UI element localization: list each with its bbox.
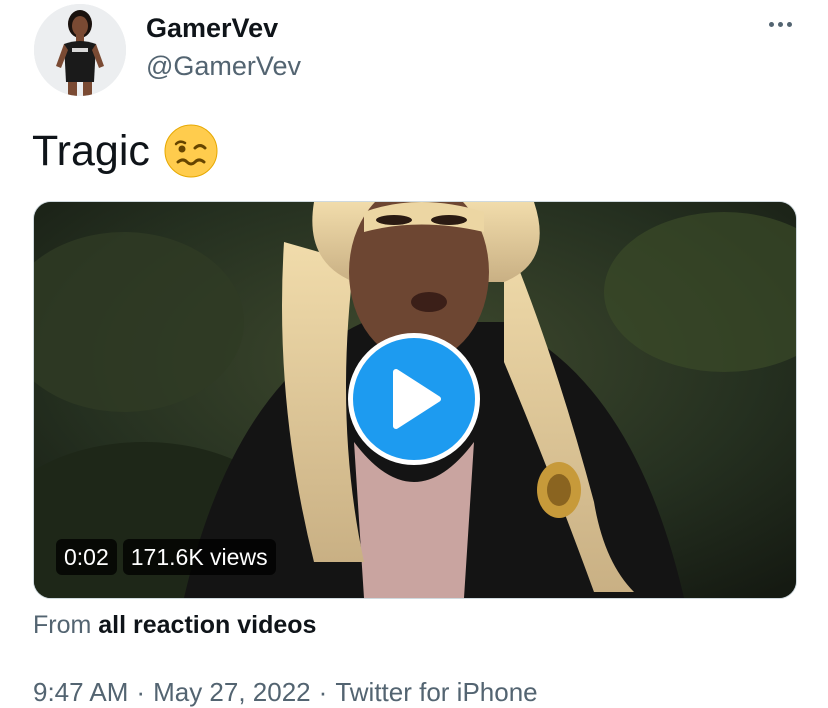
tweet-meta: 9:47 AM · May 27, 2022 · Twitter for iPh…	[33, 676, 538, 708]
tweet-date[interactable]: May 27, 2022	[153, 676, 311, 708]
handle[interactable]: @GamerVev	[146, 50, 301, 82]
more-options-icon[interactable]	[762, 12, 798, 36]
source-link[interactable]: all reaction videos	[98, 611, 316, 639]
avatar-image	[34, 4, 126, 96]
tweet-text-content: Tragic	[32, 127, 150, 175]
play-icon	[393, 369, 441, 429]
woozy-face-emoji-icon	[164, 124, 218, 178]
video-player[interactable]: 0:02 171.6K views	[33, 201, 797, 599]
avatar[interactable]	[34, 4, 126, 96]
play-button[interactable]	[348, 333, 480, 465]
video-stats: 0:02 171.6K views	[56, 539, 276, 575]
meta-separator: ·	[318, 677, 328, 707]
display-name[interactable]: GamerVev	[146, 12, 278, 44]
source-prefix: From	[33, 611, 92, 639]
meta-separator: ·	[136, 677, 146, 707]
tweet-time[interactable]: 9:47 AM	[33, 676, 128, 708]
tweet-client[interactable]: Twitter for iPhone	[335, 676, 537, 708]
tweet-text: Tragic	[32, 124, 218, 178]
views-badge: 171.6K views	[122, 539, 276, 575]
source-attribution: From all reaction videos	[33, 609, 316, 641]
duration-badge: 0:02	[56, 539, 117, 575]
